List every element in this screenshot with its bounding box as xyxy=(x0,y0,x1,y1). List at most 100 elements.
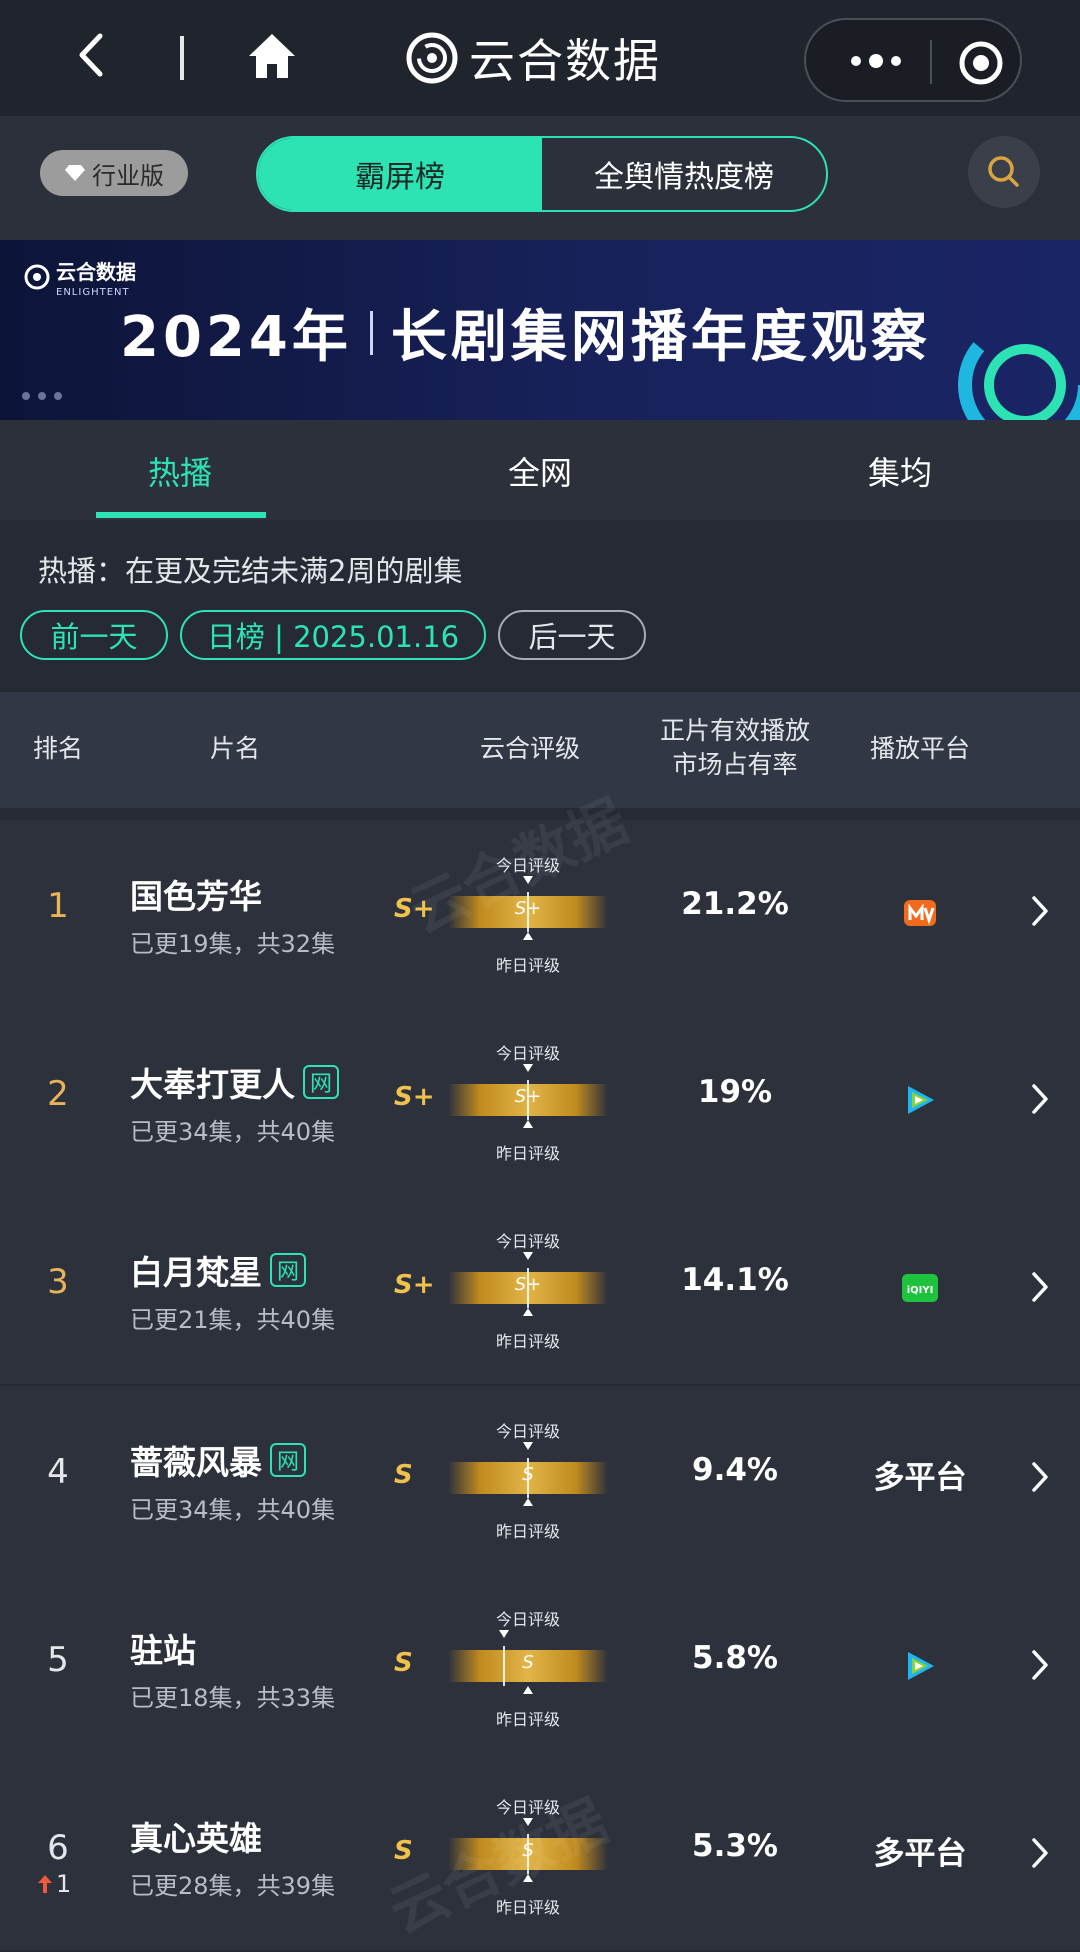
show-title: 真心英雄 xyxy=(130,1819,262,1858)
home-icon[interactable] xyxy=(245,30,299,82)
show-title: 国色芳华 xyxy=(130,877,262,916)
nav-divider xyxy=(180,36,184,80)
yesterday-grade-label: 昨日评级 xyxy=(495,1710,560,1729)
market-share: 5.3% xyxy=(692,1828,778,1864)
grade-bar: 今日评级 S 昨日评级 xyxy=(448,1606,608,1730)
chevron-right-icon[interactable] xyxy=(1030,1460,1050,1494)
show-title-wrap: 蔷薇风暴网 xyxy=(130,1436,306,1484)
show-title: 驻站 xyxy=(130,1631,196,1670)
chevron-right-icon[interactable] xyxy=(1030,1082,1050,1116)
tab-dominance-chart[interactable]: 霸屏榜 xyxy=(258,138,542,210)
yesterday-marker-icon xyxy=(523,1308,533,1316)
market-share: 9.4% xyxy=(692,1452,778,1488)
today-marker-icon xyxy=(523,1252,533,1260)
search-button[interactable] xyxy=(968,136,1040,208)
col-title: 片名 xyxy=(209,734,260,763)
episode-progress: 已更34集，共40集 xyxy=(130,1496,336,1524)
rank-up-arrow-icon xyxy=(38,1875,52,1893)
web-series-badge: 网 xyxy=(270,1443,306,1477)
yunhe-logo-icon xyxy=(24,264,50,290)
show-title-wrap: 白月梵星网 xyxy=(130,1246,306,1294)
more-options-icon[interactable] xyxy=(846,46,906,76)
rank-number: 4 xyxy=(47,1452,69,1492)
grade-band-text: S xyxy=(522,1652,534,1673)
table-row[interactable]: 5 驻站 已更18集，共33集 S 今日评级 S 昨日评级 5.8% xyxy=(0,1574,1080,1762)
app-title-text: 云合数据 xyxy=(469,34,661,88)
grade-bar: 今日评级 S+ 昨日评级 xyxy=(448,1228,608,1352)
show-title: 蔷薇风暴 xyxy=(130,1443,262,1482)
episode-progress: 已更28集，共39集 xyxy=(130,1872,336,1900)
platform-text: 多平台 xyxy=(873,1460,967,1496)
table-header: 排名 片名 云合评级 正片有效播放 市场占有率 播放平台 xyxy=(0,692,1080,808)
today-grade-label: 今日评级 xyxy=(495,1044,560,1063)
today-grade-label: 今日评级 xyxy=(495,1232,560,1251)
rank-number: 2 xyxy=(47,1074,69,1114)
chevron-right-icon[interactable] xyxy=(1030,1648,1050,1682)
today-grade-label: 今日评级 xyxy=(495,1422,560,1441)
show-title: 大奉打更人 xyxy=(130,1065,295,1104)
yesterday-marker-icon xyxy=(523,1498,533,1506)
yesterday-grade-label: 昨日评级 xyxy=(495,1144,560,1163)
yesterday-marker-icon xyxy=(523,1120,533,1128)
show-title-wrap: 驻站 xyxy=(130,1624,196,1672)
show-title-wrap: 国色芳华 xyxy=(130,870,262,918)
industry-edition-badge[interactable]: 行业版 xyxy=(40,150,188,196)
tencent-video-icon xyxy=(908,1652,934,1680)
search-icon xyxy=(988,156,1019,187)
platform-text: 多平台 xyxy=(873,1836,967,1872)
show-title: 白月梵星 xyxy=(130,1253,262,1292)
table-row[interactable]: 4 蔷薇风暴网已更34集，共40集 S 今日评级 S 昨日评级 9.4% 多平台 xyxy=(0,1386,1080,1574)
yesterday-grade-label: 昨日评级 xyxy=(495,1522,560,1541)
episode-progress: 已更34集，共40集 xyxy=(130,1118,336,1146)
active-tab-indicator xyxy=(96,512,266,518)
market-share: 14.1% xyxy=(681,1262,789,1298)
episode-progress: 已更18集，共33集 xyxy=(130,1684,336,1712)
rank-change-value: 1 xyxy=(56,1870,72,1898)
yesterday-grade-label: 昨日评级 xyxy=(495,956,560,975)
current-date-button[interactable]: 日榜 | 2025.01.16 xyxy=(180,610,486,660)
show-title-wrap: 真心英雄 xyxy=(130,1812,262,1860)
col-rank: 排名 xyxy=(32,734,83,763)
table-row[interactable]: 2 大奉打更人网已更34集，共40集 S+ 今日评级 S+ 昨日评级 19% xyxy=(0,1008,1080,1196)
web-series-badge: 网 xyxy=(303,1065,339,1099)
episode-progress: 已更21集，共40集 xyxy=(130,1306,336,1334)
market-share: 19% xyxy=(697,1074,773,1110)
col-share-line2: 市场占有率 xyxy=(672,750,798,779)
rank-number: 6 xyxy=(47,1828,69,1868)
top-nav-bar: 云合数据 xyxy=(0,0,1080,116)
svg-text:iQIYI: iQIYI xyxy=(907,1285,934,1296)
ranking-type-header: 行业版 霸屏榜 全舆情热度榜 xyxy=(0,116,1080,240)
grade-value: S+ xyxy=(394,1082,435,1112)
chevron-right-icon[interactable] xyxy=(1030,1270,1050,1304)
chevron-right-icon[interactable] xyxy=(1030,1836,1050,1870)
back-arrow-icon[interactable] xyxy=(70,30,114,80)
grade-value: S xyxy=(394,1648,413,1678)
tab-description: 热播：在更及完结未满2周的剧集 xyxy=(38,554,463,588)
tab-per-episode[interactable]: 集均 xyxy=(868,448,932,494)
tab-all-network[interactable]: 全网 xyxy=(508,448,572,494)
industry-badge-label: 行业版 xyxy=(92,161,164,190)
market-share: 21.2% xyxy=(681,886,789,922)
prev-day-button[interactable]: 前一天 xyxy=(20,610,168,660)
tencent-video-icon xyxy=(908,1086,934,1114)
banner-pagination-dots xyxy=(22,392,62,400)
chevron-right-icon[interactable] xyxy=(1030,894,1050,928)
banner-title-main: 长剧集网播年度观察 xyxy=(390,305,931,370)
tab-public-opinion-chart[interactable]: 全舆情热度榜 xyxy=(542,138,826,210)
grade-band-text: S xyxy=(522,1464,534,1485)
episode-progress: 已更19集，共32集 xyxy=(130,930,336,958)
web-series-badge: 网 xyxy=(270,1253,306,1287)
rank-number: 1 xyxy=(47,886,69,926)
rank-change: 1 xyxy=(36,1870,71,1898)
promo-banner[interactable]: 云合数据 ENLIGHTENT 2024年 长剧集网播年度观察 xyxy=(0,240,1080,420)
diamond-icon xyxy=(65,165,85,181)
close-miniprogram-icon[interactable] xyxy=(958,40,1004,86)
yesterday-marker-icon xyxy=(523,1686,533,1694)
tab-hot[interactable]: 热播 xyxy=(148,448,212,494)
app-title: 云合数据 xyxy=(405,28,661,88)
banner-title: 2024年 长剧集网播年度观察 xyxy=(120,292,931,373)
next-day-button[interactable]: 后一天 xyxy=(498,610,646,660)
decorative-ring-icon xyxy=(958,318,1080,420)
table-row[interactable]: 3 白月梵星网已更21集，共40集 S+ 今日评级 S+ 昨日评级 14.1% i… xyxy=(0,1196,1080,1384)
banner-title-year: 2024年 xyxy=(120,305,352,370)
